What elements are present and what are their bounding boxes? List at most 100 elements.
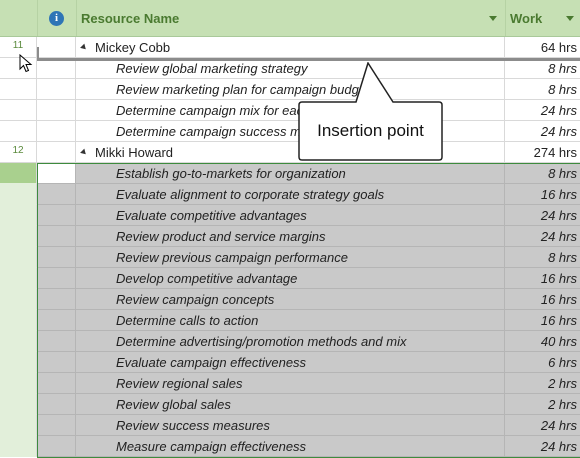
work-cell[interactable]: 24 hrs <box>505 415 580 436</box>
work-cell[interactable]: 24 hrs <box>505 436 580 457</box>
row-id[interactable] <box>0 394 37 415</box>
resource-name-text: Review success measures <box>116 417 270 433</box>
row-id[interactable] <box>0 352 37 373</box>
work-cell[interactable]: 2 hrs <box>505 373 580 394</box>
indicator-cell <box>37 331 76 352</box>
work-cell[interactable]: 8 hrs <box>505 163 580 184</box>
work-cell[interactable]: 24 hrs <box>505 205 580 226</box>
assignment-row[interactable]: Review campaign concepts 16 hrs <box>0 289 580 310</box>
work-cell[interactable]: 274 hrs <box>505 142 580 163</box>
work-cell[interactable]: 16 hrs <box>505 184 580 205</box>
work-cell[interactable]: 24 hrs <box>505 226 580 247</box>
resource-name-cell[interactable]: Review campaign concepts <box>76 289 505 310</box>
resource-row[interactable]: 11 Mickey Cobb 64 hrs <box>0 37 580 58</box>
assignment-row[interactable]: Establish go-to-markets for organization… <box>0 163 580 184</box>
resource-name-column-header[interactable]: Resource Name <box>76 0 505 36</box>
row-id[interactable] <box>0 289 37 310</box>
assignment-row[interactable]: Measure campaign effectiveness 24 hrs <box>0 436 580 457</box>
work-dropdown-icon[interactable] <box>566 16 574 21</box>
indicator-cell <box>37 310 76 331</box>
indicator-cell <box>37 415 76 436</box>
row-id[interactable] <box>0 415 37 436</box>
row-id[interactable] <box>0 268 37 289</box>
row-id[interactable] <box>0 163 37 184</box>
filter-dropdown-icon[interactable] <box>489 16 497 21</box>
resource-name-cell[interactable]: Review previous campaign performance <box>76 247 505 268</box>
indicator-cell <box>37 184 76 205</box>
assignment-row[interactable]: Develop competitive advantage 16 hrs <box>0 268 580 289</box>
indicator-cell <box>37 247 76 268</box>
work-cell[interactable]: 40 hrs <box>505 331 580 352</box>
indicator-cell <box>37 205 76 226</box>
work-cell[interactable]: 8 hrs <box>505 79 580 100</box>
work-cell[interactable]: 16 hrs <box>505 310 580 331</box>
row-id[interactable] <box>0 184 37 205</box>
row-id[interactable] <box>0 226 37 247</box>
resource-name-cell[interactable]: Evaluate competitive advantages <box>76 205 505 226</box>
header-divider <box>37 0 38 36</box>
row-id[interactable] <box>0 205 37 226</box>
resource-name-cell[interactable]: Mickey Cobb <box>76 37 505 58</box>
resource-name-cell[interactable]: Review product and service margins <box>76 226 505 247</box>
resource-name-cell[interactable]: Determine calls to action <box>76 310 505 331</box>
indicators-column-header[interactable]: i <box>37 0 76 36</box>
indicator-cell <box>37 163 76 184</box>
indicator-cell <box>37 352 76 373</box>
row-id[interactable] <box>0 331 37 352</box>
assignment-row[interactable]: Review previous campaign performance 8 hr… <box>0 247 580 268</box>
assignment-row[interactable]: Review global sales 2 hrs <box>0 394 580 415</box>
resource-row[interactable]: 12 Mikki Howard 274 hrs <box>0 142 580 163</box>
row-id[interactable] <box>0 121 37 142</box>
assignment-row[interactable]: Evaluate competitive advantages 24 hrs <box>0 205 580 226</box>
work-cell[interactable]: 16 hrs <box>505 268 580 289</box>
work-cell[interactable]: 2 hrs <box>505 394 580 415</box>
work-cell[interactable]: 64 hrs <box>505 37 580 58</box>
indicator-cell <box>37 121 76 142</box>
work-column-header[interactable]: Work <box>505 0 580 36</box>
indicator-cell <box>37 79 76 100</box>
resource-name-text: Review campaign concepts <box>116 291 275 307</box>
row-id[interactable] <box>0 310 37 331</box>
assignment-row[interactable]: Review regional sales 2 hrs <box>0 373 580 394</box>
resource-name-cell[interactable]: Review regional sales <box>76 373 505 394</box>
assignment-row[interactable]: Review global marketing strategy 8 hrs <box>0 58 580 79</box>
resource-name-cell[interactable]: Measure campaign effectiveness <box>76 436 505 457</box>
row-id[interactable] <box>0 436 37 457</box>
resource-name-header-label: Resource Name <box>81 10 180 26</box>
row-id[interactable] <box>0 100 37 121</box>
resource-name-cell[interactable]: Evaluate alignment to corporate strategy… <box>76 184 505 205</box>
assignment-row[interactable]: Determine campaign mix for each region 24… <box>0 100 580 121</box>
assignment-row[interactable]: Determine advertising/promotion methods … <box>0 331 580 352</box>
row-id[interactable] <box>0 79 37 100</box>
assignment-row[interactable]: Evaluate alignment to corporate strategy… <box>0 184 580 205</box>
row-id[interactable]: 12 <box>0 142 37 163</box>
work-header-label: Work <box>510 10 543 26</box>
resource-name-cell[interactable]: Develop competitive advantage <box>76 268 505 289</box>
work-cell[interactable]: 16 hrs <box>505 289 580 310</box>
resource-name-cell[interactable]: Determine advertising/promotion methods … <box>76 331 505 352</box>
assignment-row[interactable]: Evaluate campaign effectiveness 6 hrs <box>0 352 580 373</box>
assignment-row[interactable]: Review product and service margins 24 hrs <box>0 226 580 247</box>
resource-name-cell[interactable]: Establish go-to-markets for organization <box>76 163 505 184</box>
resource-name-cell[interactable]: Review global sales <box>76 394 505 415</box>
collapse-triangle-icon[interactable] <box>80 43 88 51</box>
resource-name-cell[interactable]: Review success measures <box>76 415 505 436</box>
work-cell[interactable]: 8 hrs <box>505 58 580 79</box>
assignment-row[interactable]: Review marketing plan for campaign budge… <box>0 79 580 100</box>
work-cell[interactable]: 8 hrs <box>505 247 580 268</box>
mouse-pointer-icon <box>19 54 33 73</box>
work-cell[interactable]: 24 hrs <box>505 100 580 121</box>
resource-name-text: Mikki Howard <box>95 144 174 160</box>
assignment-row[interactable]: Determine campaign success measurements 2… <box>0 121 580 142</box>
work-cell[interactable]: 24 hrs <box>505 121 580 142</box>
assignment-row[interactable]: Review success measures 24 hrs <box>0 415 580 436</box>
indicator-cell <box>37 37 76 58</box>
resource-name-text: Determine calls to action <box>116 312 259 328</box>
collapse-triangle-icon[interactable] <box>80 148 88 156</box>
work-cell[interactable]: 6 hrs <box>505 352 580 373</box>
row-id[interactable] <box>0 373 37 394</box>
resource-name-text: Evaluate alignment to corporate strategy… <box>116 186 385 202</box>
assignment-row[interactable]: Determine calls to action 16 hrs <box>0 310 580 331</box>
resource-name-cell[interactable]: Evaluate campaign effectiveness <box>76 352 505 373</box>
row-id[interactable] <box>0 247 37 268</box>
